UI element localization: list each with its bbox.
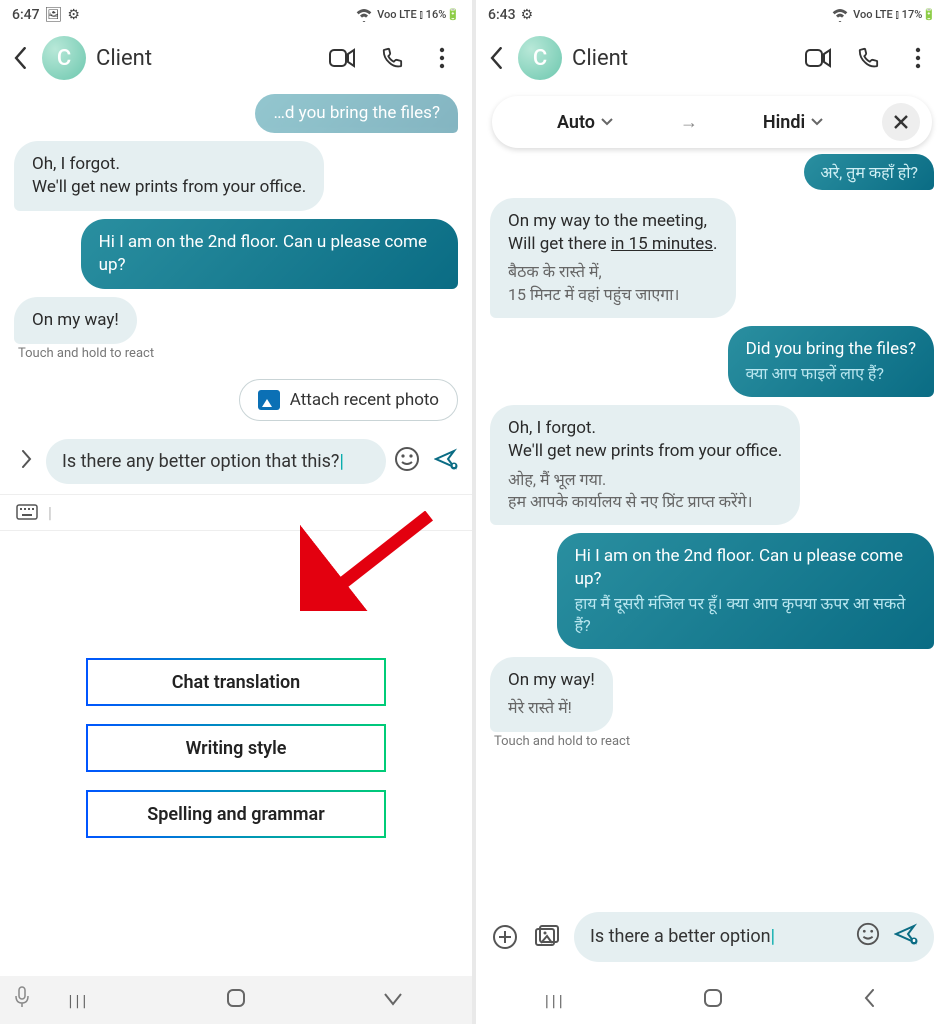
video-call-button[interactable] xyxy=(798,48,838,68)
back-button[interactable] xyxy=(486,47,508,69)
message-out[interactable]: Hi I am on the 2nd floor. Can u please c… xyxy=(81,219,458,289)
keyboard-icon xyxy=(16,504,38,520)
menu-button[interactable] xyxy=(422,47,462,69)
close-button[interactable] xyxy=(882,103,920,141)
message-list[interactable]: अरे, तुम कहाँ हो? On my way to the meeti… xyxy=(476,150,948,902)
message-out[interactable]: अरे, तुम कहाँ हो? xyxy=(804,154,934,190)
clock: 6:47 xyxy=(12,7,40,23)
spelling-grammar-option[interactable]: Spelling and grammar xyxy=(86,790,386,838)
message-in[interactable]: Oh, I forgot. We'll get new prints from … xyxy=(14,141,324,211)
signal-indicators: Voo LTE ⫾ 17%🔋 xyxy=(853,8,936,22)
message-list[interactable]: …d you bring the files? Oh, I forgot. We… xyxy=(0,90,472,431)
nav-bar: ||| xyxy=(476,976,948,1024)
status-bar: 6:47 🖼 ⚙ Voo LTE ⫾ 16%🔋 xyxy=(0,0,472,30)
contact-name[interactable]: Client xyxy=(96,46,152,71)
chevron-down-icon xyxy=(601,118,613,126)
writing-style-option[interactable]: Writing style xyxy=(86,724,386,772)
nav-back[interactable] xyxy=(861,989,879,1011)
wifi-icon xyxy=(832,8,848,22)
message-in[interactable]: On my way to the meeting, Will get there… xyxy=(490,198,736,319)
compose-input[interactable]: Is there any better option that this? xyxy=(46,439,386,484)
chat-header: C Client xyxy=(476,30,948,90)
right-screenshot: 6:43 ⚙ Voo LTE ⫾ 17%🔋 C Client Auto xyxy=(476,0,948,1024)
signal-indicators: Voo LTE ⫾ 16%🔋 xyxy=(377,8,460,22)
message-in[interactable]: Oh, I forgot. We'll get new prints from … xyxy=(490,405,800,526)
gear-icon: ⚙ xyxy=(521,7,534,23)
nav-home[interactable] xyxy=(703,988,723,1012)
back-button[interactable] xyxy=(10,47,32,69)
chat-header: C Client xyxy=(0,30,472,90)
wifi-icon xyxy=(356,8,372,22)
nav-back[interactable] xyxy=(383,991,403,1010)
compose-row: Is there a better option xyxy=(476,902,948,976)
image-icon: 🖼 xyxy=(45,7,63,23)
left-screenshot: 6:47 🖼 ⚙ Voo LTE ⫾ 16%🔋 C Client …d you … xyxy=(0,0,472,1024)
avatar[interactable]: C xyxy=(42,36,86,80)
photo-icon xyxy=(258,390,280,410)
gallery-button[interactable] xyxy=(532,925,562,949)
add-button[interactable] xyxy=(490,924,520,950)
message-out[interactable]: Did you bring the files? क्या आप फाइलें … xyxy=(728,326,934,397)
gear-icon: ⚙ xyxy=(67,7,80,23)
call-button[interactable] xyxy=(848,47,888,69)
attach-photo-chip[interactable]: Attach recent photo xyxy=(239,379,458,421)
nav-bar: ||| xyxy=(0,976,472,1024)
chat-translation-option[interactable]: Chat translation xyxy=(86,658,386,706)
compose-row: Is there any better option that this? xyxy=(0,431,472,495)
keyboard-options-pane: Chat translation Writing style Spelling … xyxy=(0,531,472,976)
send-button[interactable] xyxy=(434,447,458,475)
nav-home[interactable] xyxy=(226,988,246,1012)
expand-button[interactable] xyxy=(14,449,38,473)
nav-recent[interactable]: ||| xyxy=(545,991,566,1010)
arrow-icon: → xyxy=(674,112,704,133)
nav-recent[interactable]: ||| xyxy=(69,991,90,1010)
menu-button[interactable] xyxy=(898,47,938,69)
translation-bar: Auto → Hindi xyxy=(492,96,932,148)
call-button[interactable] xyxy=(372,47,412,69)
message-in[interactable]: On my way! मेरे रास्ते में! xyxy=(490,657,613,732)
clock: 6:43 xyxy=(488,7,516,23)
status-bar: 6:43 ⚙ Voo LTE ⫾ 17%🔋 xyxy=(476,0,948,30)
attach-label: Attach recent photo xyxy=(290,390,439,410)
keyboard-toggle-row[interactable]: | xyxy=(0,495,472,531)
send-button[interactable] xyxy=(894,922,918,952)
message-out-partial[interactable]: …d you bring the files? xyxy=(255,94,458,133)
contact-name[interactable]: Client xyxy=(572,46,628,71)
react-hint: Touch and hold to react xyxy=(494,734,934,749)
avatar[interactable]: C xyxy=(518,36,562,80)
emoji-button[interactable] xyxy=(394,446,420,476)
react-hint: Touch and hold to react xyxy=(18,346,458,361)
message-out[interactable]: Hi I am on the 2nd floor. Can u please c… xyxy=(557,533,934,648)
chevron-down-icon xyxy=(811,118,823,126)
target-language[interactable]: Hindi xyxy=(712,112,874,133)
mic-button[interactable] xyxy=(14,986,30,1012)
source-language[interactable]: Auto xyxy=(504,112,666,133)
message-in[interactable]: On my way! xyxy=(14,297,137,344)
video-call-button[interactable] xyxy=(322,48,362,68)
compose-input[interactable]: Is there a better option xyxy=(574,912,934,962)
emoji-button[interactable] xyxy=(856,922,880,952)
